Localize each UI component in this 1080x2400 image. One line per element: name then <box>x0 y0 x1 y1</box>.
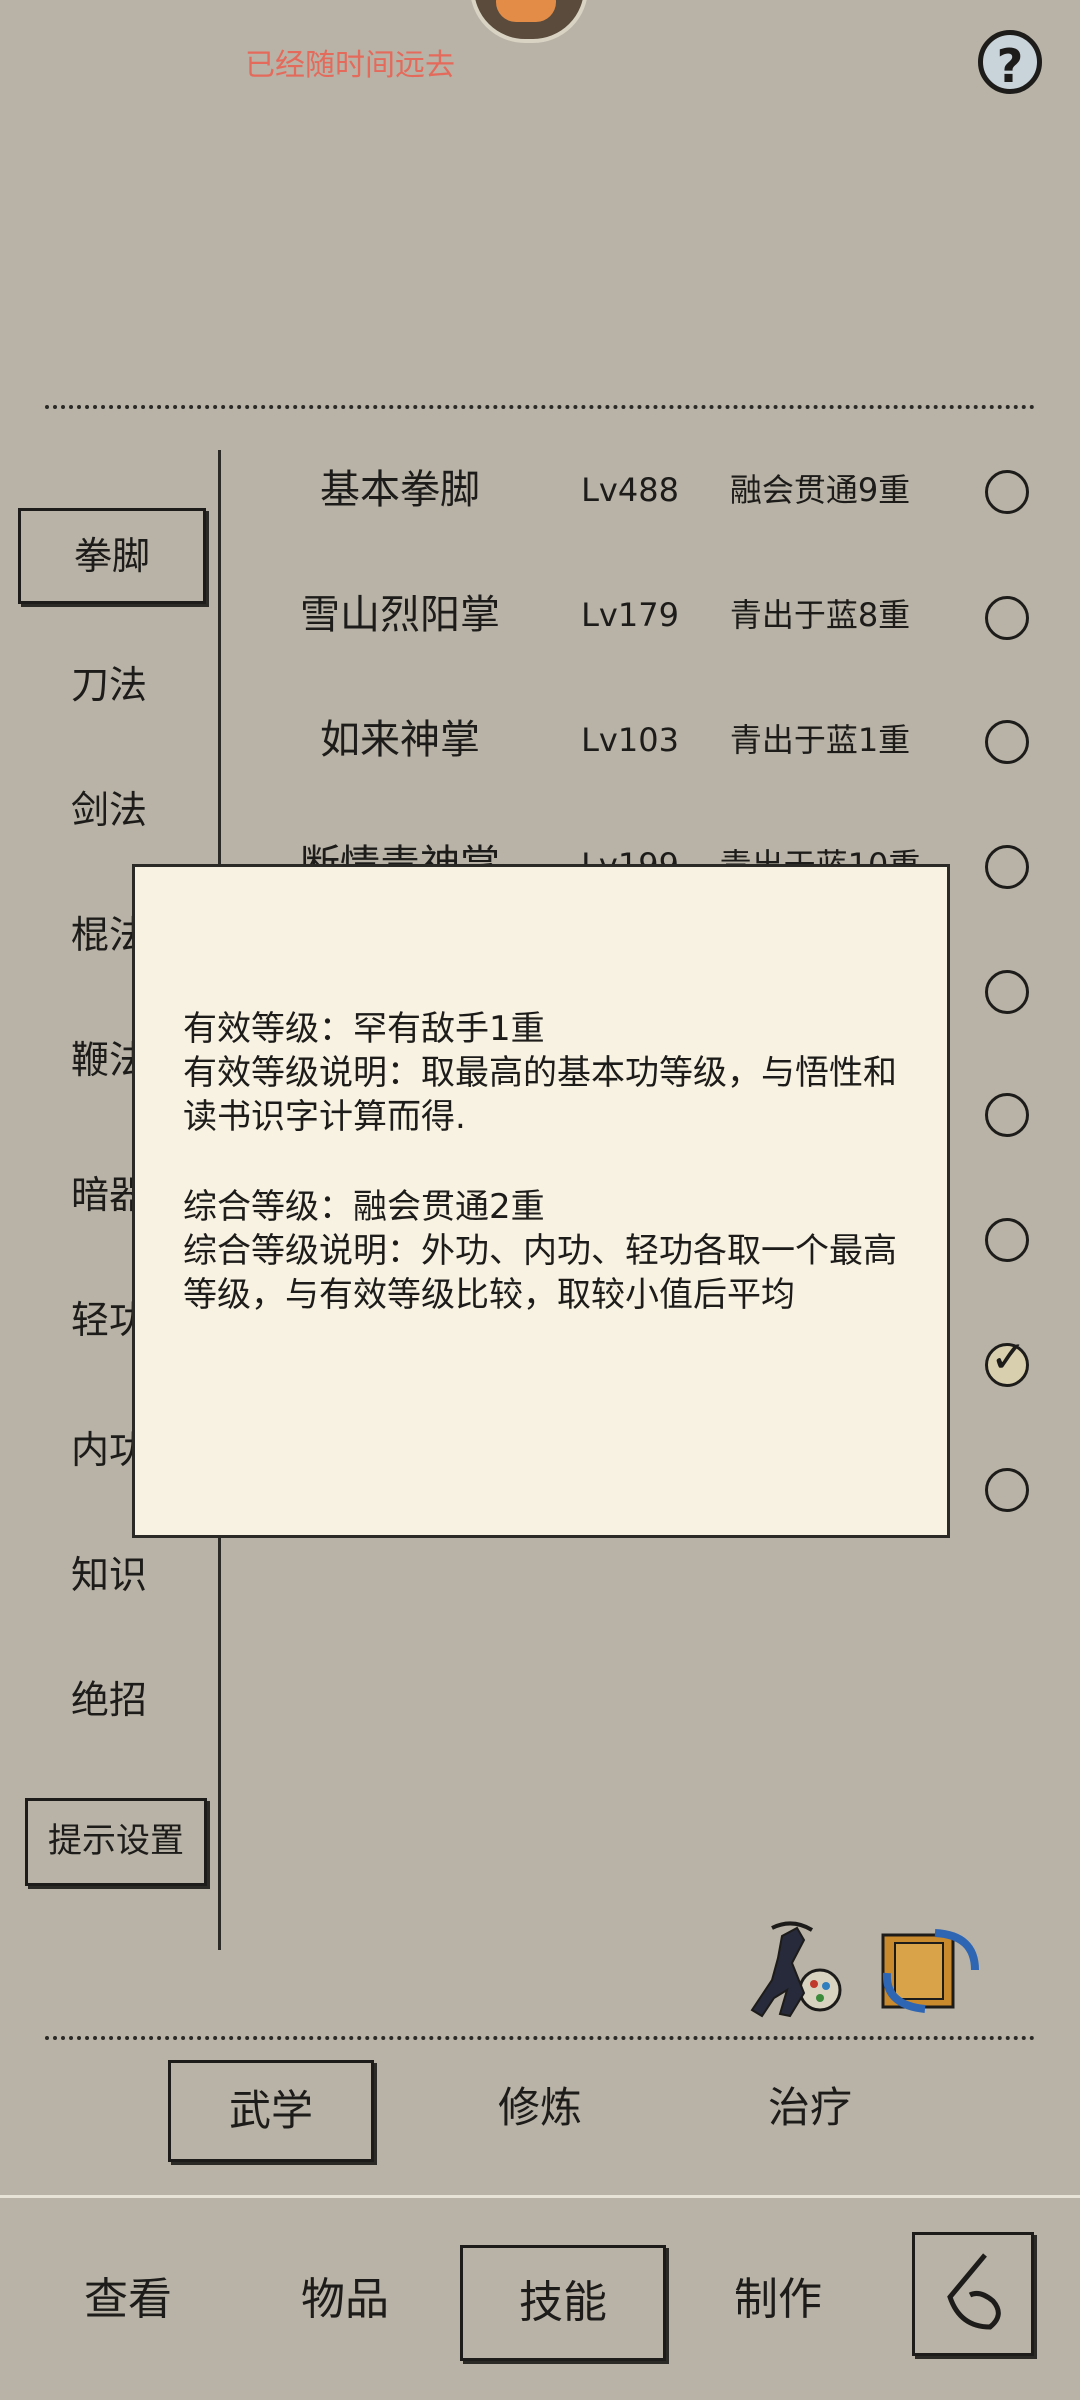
overall-level-desc: 综合等级说明：外功、内功、轻功各取一个最高等级，与有效等级比较，取较小值后平均 <box>183 1231 897 1315</box>
skill-name: 雪山烈阳掌 <box>300 592 500 638</box>
skill-radio[interactable] <box>985 1218 1029 1262</box>
skill-rank: 青出于蓝8重 <box>729 596 911 634</box>
nav-divider <box>0 2195 1080 2198</box>
hint-settings-button[interactable]: 提示设置 <box>25 1798 207 1886</box>
skill-row[interactable]: 基本拳脚 Lv488 融会贯通9重 <box>240 445 1040 535</box>
avatar-face <box>496 0 556 22</box>
avatar <box>470 0 588 43</box>
nav-wupin[interactable]: 物品 <box>245 2245 445 2355</box>
category-juezhao[interactable]: 绝招 <box>25 1655 215 1745</box>
back-button[interactable] <box>912 2232 1034 2356</box>
tab-xiulian[interactable]: 修炼 <box>440 2060 640 2156</box>
skill-row[interactable]: 雪山烈阳掌 Lv179 青出于蓝8重 <box>240 570 1040 660</box>
skill-radio[interactable] <box>985 470 1029 514</box>
tab-wuxue[interactable]: 武学 <box>168 2060 374 2162</box>
skill-name: 基本拳脚 <box>320 467 480 513</box>
skill-radio-checked[interactable]: ✓ <box>985 1336 1029 1387</box>
nav-jineng[interactable]: 技能 <box>460 2245 666 2361</box>
skill-row[interactable]: 如来神掌 Lv103 青出于蓝1重 <box>240 695 1040 785</box>
divider-bottom <box>45 2036 1035 2040</box>
skill-level: Lv179 <box>581 596 679 634</box>
category-jianfa[interactable]: 剑法 <box>25 765 215 855</box>
skill-radio[interactable] <box>985 1093 1029 1137</box>
skill-level: Lv488 <box>581 471 679 509</box>
nav-zhizuo[interactable]: 制作 <box>678 2245 878 2355</box>
level-info-popup[interactable]: 有效等级：罕有敌手1重 有效等级说明：取最高的基本功等级，与悟性和读书识字计算而… <box>132 864 950 1538</box>
effective-level: 有效等级：罕有敌手1重 <box>183 1009 545 1049</box>
overall-level: 综合等级：融会贯通2重 <box>183 1187 545 1227</box>
category-daofa[interactable]: 刀法 <box>25 640 215 730</box>
book-swap-icon[interactable] <box>875 1925 985 2015</box>
category-zhishi[interactable]: 知识 <box>25 1530 215 1620</box>
divider-top <box>45 405 1035 409</box>
skill-radio[interactable] <box>985 845 1029 889</box>
check-icon: ✓ <box>990 1332 1027 1383</box>
skill-rank: 融会贯通9重 <box>729 471 911 509</box>
help-icon[interactable]: ? <box>978 30 1042 94</box>
skill-level: Lv103 <box>581 721 679 759</box>
martial-artist-icon[interactable] <box>742 1918 842 2018</box>
skill-radio[interactable] <box>985 596 1029 640</box>
category-quanjiao[interactable]: 拳脚 <box>18 508 206 604</box>
skill-radio[interactable] <box>985 1468 1029 1512</box>
tab-zhiliao[interactable]: 治疗 <box>710 2060 910 2156</box>
skill-name: 如来神掌 <box>320 717 480 763</box>
skill-rank: 青出于蓝1重 <box>729 721 911 759</box>
status-text: 已经随时间远去 <box>245 48 455 83</box>
back-arrow-icon <box>947 2253 1001 2330</box>
skill-radio[interactable] <box>985 720 1029 764</box>
skill-radio[interactable] <box>985 970 1029 1014</box>
effective-level-desc: 有效等级说明：取最高的基本功等级，与悟性和读书识字计算而得. <box>183 1053 897 1137</box>
nav-chakan[interactable]: 查看 <box>28 2245 228 2355</box>
